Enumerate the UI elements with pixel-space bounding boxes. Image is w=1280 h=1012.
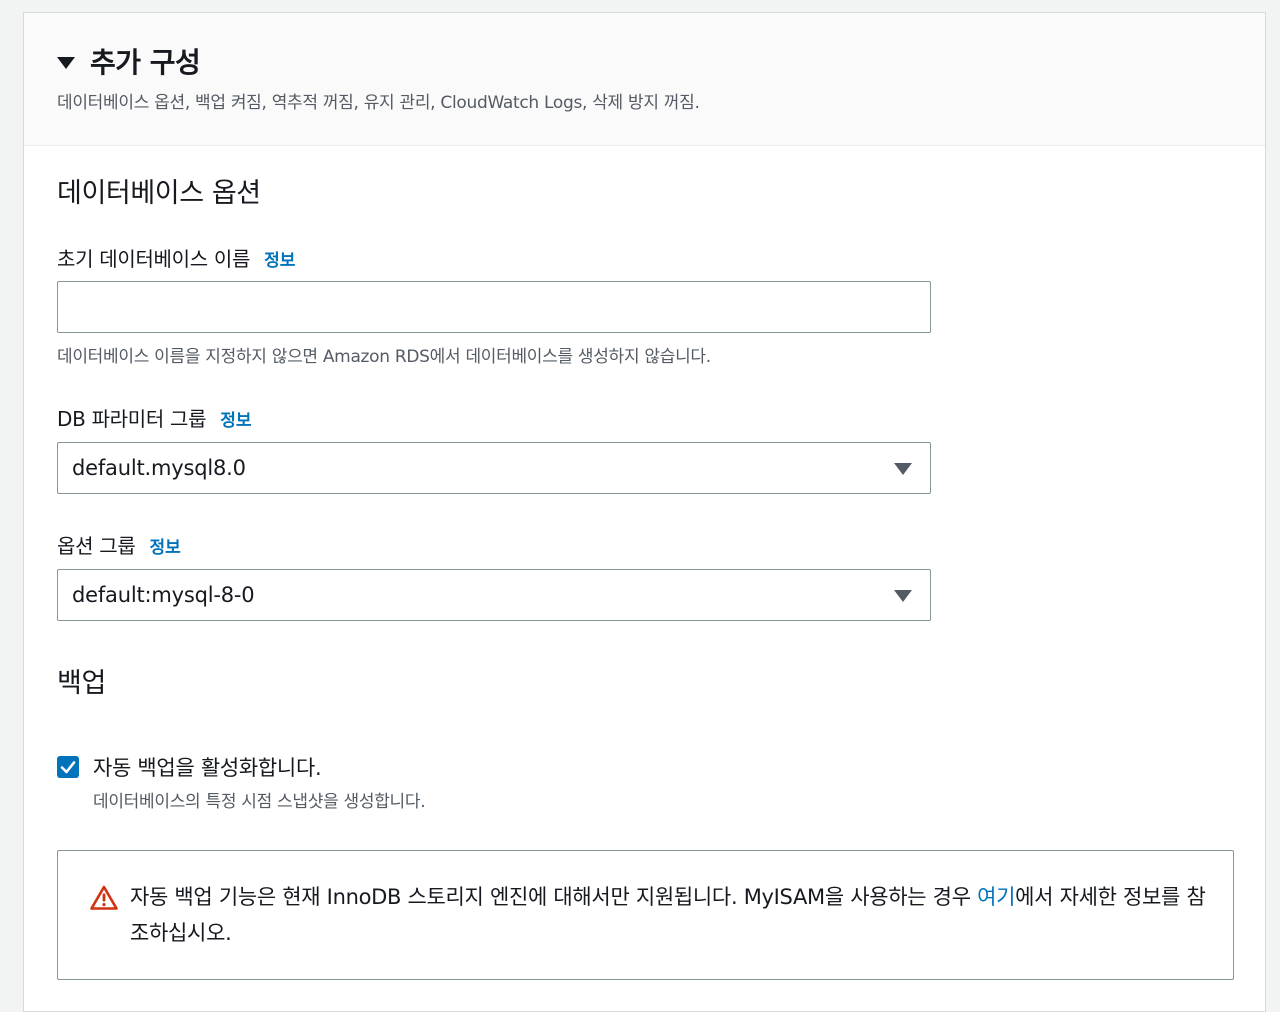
db-parameter-group-info-link[interactable]: 정보 [220, 411, 251, 431]
caret-down-icon [894, 463, 912, 475]
additional-config-panel: 추가 구성 데이터베이스 옵션, 백업 켜짐, 역추적 꺼짐, 유지 관리, C… [23, 12, 1266, 1012]
backup-warning-text: 자동 백업 기능은 현재 InnoDB 스토리지 엔진에 대해서만 지원됩니다.… [130, 879, 1210, 951]
expand-caret-icon[interactable] [57, 57, 75, 69]
db-parameter-group-label-text: DB 파라미터 그룹 [57, 407, 207, 431]
auto-backup-checkbox[interactable] [57, 756, 79, 778]
option-group-label: 옵션 그룹 정보 [57, 530, 181, 559]
backup-warning-alert: 자동 백업 기능은 현재 InnoDB 스토리지 엔진에 대해서만 지원됩니다.… [57, 850, 1234, 980]
alert-text-before: 자동 백업 기능은 현재 InnoDB 스토리지 엔진에 대해서만 지원됩니다.… [130, 885, 978, 909]
db-parameter-group-select[interactable]: default.mysql8.0 [57, 442, 931, 494]
panel-description: 데이터베이스 옵션, 백업 켜짐, 역추적 꺼짐, 유지 관리, CloudWa… [57, 93, 700, 113]
checkmark-icon [60, 761, 76, 774]
panel-title[interactable]: 추가 구성 [90, 41, 201, 81]
initial-db-name-label: 초기 데이터베이스 이름 정보 [57, 243, 295, 272]
caret-down-icon [894, 590, 912, 602]
alert-here-link[interactable]: 여기 [977, 885, 1015, 909]
auto-backup-label[interactable]: 자동 백업을 활성화합니다. [93, 752, 322, 782]
initial-db-name-description: 데이터베이스 이름을 지정하지 않으면 Amazon RDS에서 데이터베이스를… [57, 347, 711, 367]
backup-title: 백업 [57, 668, 106, 699]
option-group-label-text: 옵션 그룹 [57, 534, 136, 558]
initial-db-name-input[interactable] [57, 281, 931, 333]
initial-db-name-info-link[interactable]: 정보 [264, 251, 295, 271]
option-group-info-link[interactable]: 정보 [149, 538, 180, 558]
initial-db-name-label-text: 초기 데이터베이스 이름 [57, 247, 251, 271]
db-parameter-group-value: default.mysql8.0 [72, 456, 246, 480]
option-group-select[interactable]: default:mysql-8-0 [57, 569, 931, 621]
database-options-title: 데이터베이스 옵션 [57, 178, 261, 209]
auto-backup-description: 데이터베이스의 특정 시점 스냅샷을 생성합니다. [93, 792, 426, 812]
option-group-value: default:mysql-8-0 [72, 583, 255, 607]
warning-icon [90, 885, 118, 910]
panel-header[interactable]: 추가 구성 데이터베이스 옵션, 백업 켜짐, 역추적 꺼짐, 유지 관리, C… [24, 13, 1265, 146]
db-parameter-group-label: DB 파라미터 그룹 정보 [57, 403, 252, 432]
